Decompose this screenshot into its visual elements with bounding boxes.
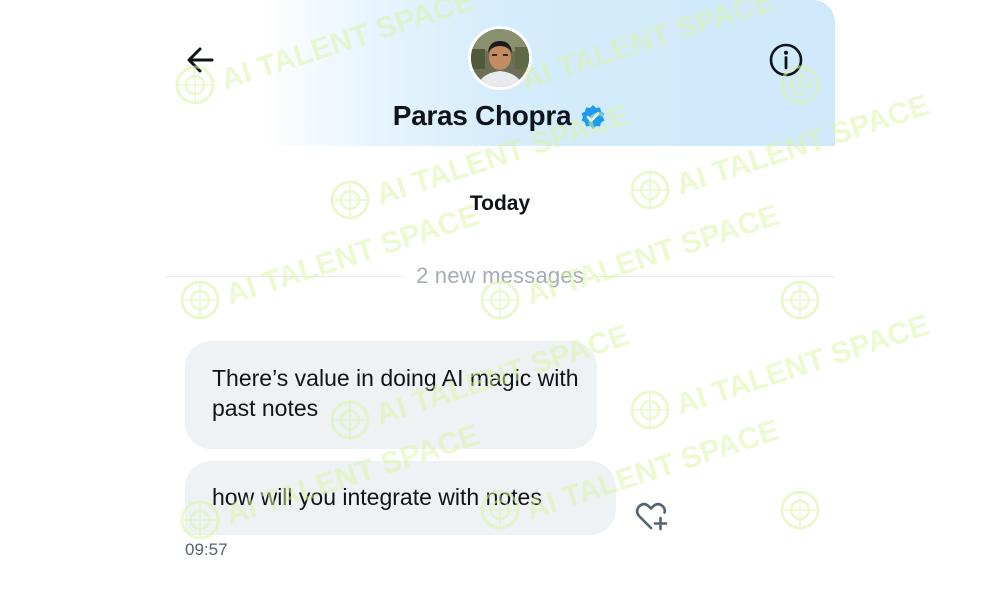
message-bubble[interactable]: There’s value in doing AI magic with pas… — [185, 341, 597, 449]
avatar[interactable] — [471, 29, 529, 87]
divider-line-right — [595, 275, 835, 277]
divider-line-left — [165, 275, 405, 277]
add-reaction-button[interactable] — [632, 497, 670, 535]
contact-name-row: Paras Chopra — [165, 96, 835, 136]
day-separator: Today — [469, 192, 531, 215]
heart-plus-icon — [635, 502, 668, 531]
arrow-left-icon — [187, 47, 214, 73]
new-messages-divider: 2 new messages — [165, 262, 835, 290]
contact-name[interactable]: Paras Chopra — [393, 100, 572, 132]
profile-photo — [471, 29, 529, 87]
conversation-header: Paras Chopra — [165, 0, 835, 146]
dm-conversation-panel: Paras Chopra Today 2 new messages There’… — [165, 0, 835, 600]
back-button[interactable] — [181, 40, 221, 80]
verified-badge-icon — [579, 103, 607, 131]
info-button[interactable] — [766, 40, 806, 80]
message-timestamp: 09:57 — [185, 540, 228, 559]
message-bubble[interactable]: how will you integrate with notes — [185, 461, 616, 535]
new-messages-label: 2 new messages — [416, 263, 584, 288]
info-circle-icon — [769, 43, 803, 77]
